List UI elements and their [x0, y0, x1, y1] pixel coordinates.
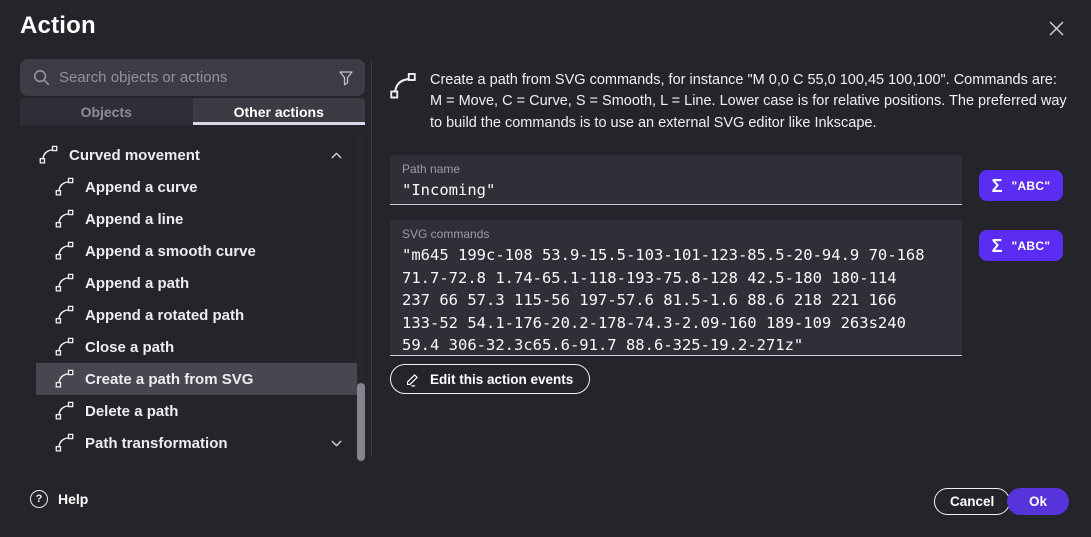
close-icon	[1047, 19, 1066, 38]
curve-icon	[54, 177, 75, 198]
field-label: SVG commands	[390, 220, 962, 241]
svg-commands-value[interactable]: "m645 199c-108 53.9-15.5-103-101-123-85.…	[390, 241, 962, 356]
edit-button-label: Edit this action events	[430, 372, 573, 387]
curve-icon	[54, 209, 75, 230]
action-description-row: Create a path from SVG commands, for ins…	[388, 70, 1073, 134]
filter-icon[interactable]	[337, 69, 355, 87]
expression-button-label: "ABC"	[1011, 179, 1050, 193]
curve-icon	[38, 145, 59, 166]
scrollbar[interactable]	[357, 135, 365, 465]
list-item-delete-a-path[interactable]: Delete a path	[36, 395, 357, 427]
sigma-icon: Σ	[992, 237, 1003, 255]
list-item-close-a-path[interactable]: Close a path	[36, 331, 357, 363]
curve-icon	[54, 241, 75, 262]
path-name-value[interactable]: "Incoming"	[390, 176, 962, 210]
ok-button[interactable]: Ok	[1007, 488, 1069, 515]
search-icon	[32, 68, 51, 87]
path-name-field[interactable]: Path name "Incoming"	[390, 155, 962, 205]
curve-icon	[54, 305, 75, 326]
list-item-append-a-line[interactable]: Append a line	[36, 203, 357, 235]
list-item-append-a-path[interactable]: Append a path	[36, 267, 357, 299]
curve-icon	[54, 337, 75, 358]
curve-icon	[54, 433, 75, 454]
list-item-append-a-curve[interactable]: Append a curve	[36, 171, 357, 203]
sigma-icon: Σ	[992, 177, 1003, 195]
help-label: Help	[58, 491, 88, 507]
tab-objects[interactable]: Objects	[20, 98, 193, 125]
expression-editor-button-path-name[interactable]: Σ "ABC"	[979, 170, 1063, 201]
expression-editor-button-svg-commands[interactable]: Σ "ABC"	[979, 230, 1063, 261]
list-item-append-a-smooth-curve[interactable]: Append a smooth curve	[36, 235, 357, 267]
list-item-append-a-rotated-path[interactable]: Append a rotated path	[36, 299, 357, 331]
search-box	[20, 59, 365, 96]
pencil-icon	[404, 371, 421, 388]
curve-icon	[54, 273, 75, 294]
curve-icon	[54, 401, 75, 422]
tab-other-actions[interactable]: Other actions	[193, 98, 366, 125]
curve-icon	[54, 369, 75, 390]
chevron-down-icon	[328, 435, 345, 452]
dialog-title: Action	[20, 12, 96, 40]
expression-button-label: "ABC"	[1011, 239, 1050, 253]
close-button[interactable]	[1040, 12, 1072, 44]
scrollbar-thumb[interactable]	[357, 383, 365, 461]
list-item-path-transformation[interactable]: Path transformation	[36, 427, 357, 459]
svg-commands-field[interactable]: SVG commands "m645 199c-108 53.9-15.5-10…	[390, 220, 962, 356]
list-item-curved-movement[interactable]: Curved movement	[20, 139, 357, 171]
action-description: Create a path from SVG commands, for ins…	[430, 70, 1070, 134]
edit-action-events-button[interactable]: Edit this action events	[390, 364, 590, 394]
panel-divider	[371, 60, 372, 455]
cancel-button[interactable]: Cancel	[934, 488, 1010, 515]
curve-icon	[388, 72, 418, 102]
action-dialog: Action Objects Other actions Curved move…	[0, 0, 1091, 537]
help-button[interactable]: ? Help	[30, 489, 88, 509]
list-item-create-a-path-from-svg[interactable]: Create a path from SVG	[36, 363, 357, 395]
chevron-up-icon	[328, 147, 345, 164]
help-icon: ?	[30, 490, 48, 508]
tab-bar: Objects Other actions	[20, 98, 365, 125]
action-list: Curved movement Append a curve Append a …	[0, 139, 365, 459]
field-label: Path name	[390, 155, 962, 176]
search-input[interactable]	[59, 69, 329, 86]
